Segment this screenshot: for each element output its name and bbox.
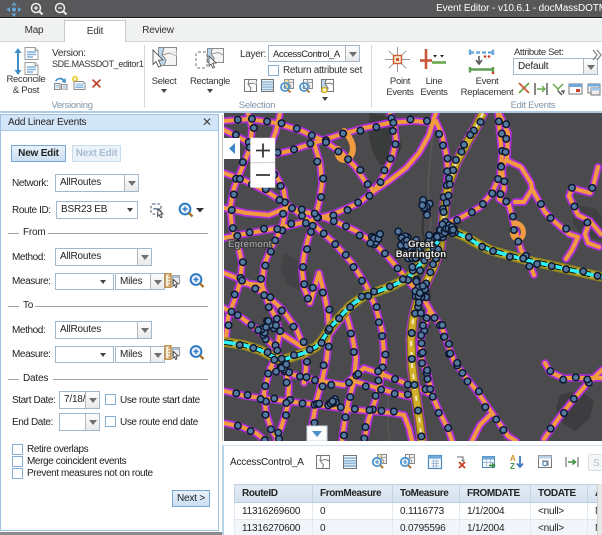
svg-text:S: S: [593, 458, 600, 469]
svg-text:Z: Z: [510, 462, 515, 471]
svg-text:Egremont: Egremont: [228, 239, 272, 250]
svg-text:Barrington: Barrington: [396, 249, 447, 260]
